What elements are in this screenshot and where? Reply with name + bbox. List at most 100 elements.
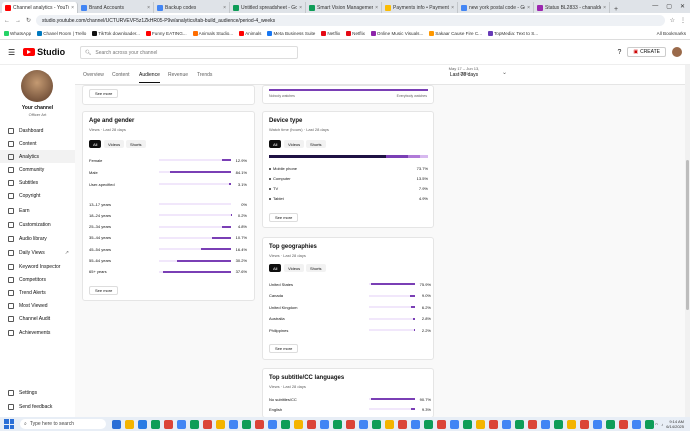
taskbar-app-icon[interactable] <box>190 419 199 429</box>
taskbar-app-icon[interactable] <box>216 419 225 429</box>
maximize-icon[interactable]: ▢ <box>666 3 672 10</box>
browser-tab[interactable]: Untitled spreadsheet - Go × <box>230 2 306 13</box>
bookmark-item[interactable]: Animals <box>239 31 261 36</box>
filter-videos[interactable]: Videos <box>284 264 305 272</box>
tab-close-icon[interactable]: × <box>299 5 302 11</box>
filter-shorts[interactable]: Shorts <box>126 140 146 148</box>
filter-shorts[interactable]: Shorts <box>306 264 326 272</box>
account-avatar[interactable] <box>672 47 682 57</box>
sidebar-item-audio-library[interactable]: Audio library <box>0 232 75 245</box>
back-icon[interactable]: ← <box>4 18 10 24</box>
tab-overview[interactable]: Overview <box>83 72 104 78</box>
taskbar-app-icon[interactable] <box>541 419 550 429</box>
tab-content[interactable]: Content <box>112 72 130 78</box>
page-scrollbar[interactable] <box>685 65 690 417</box>
taskbar-app-icon[interactable] <box>164 419 173 429</box>
taskbar-app-icon[interactable] <box>346 419 355 429</box>
tab-close-icon[interactable]: × <box>223 5 226 11</box>
tab-trends[interactable]: Trends <box>197 72 212 78</box>
taskbar-app-icon[interactable] <box>606 419 615 429</box>
taskbar-app-icon[interactable] <box>632 419 641 429</box>
tab-close-icon[interactable]: × <box>603 5 606 11</box>
all-bookmarks[interactable]: All Bookmarks <box>657 31 686 36</box>
tab-revenue[interactable]: Revenue <box>168 72 188 78</box>
minimize-icon[interactable]: — <box>652 3 658 10</box>
taskbar-app-icon[interactable] <box>307 419 316 429</box>
taskbar-app-icon[interactable] <box>515 419 524 429</box>
browser-tab[interactable]: Status BL2833 - chanaldev × <box>534 2 610 13</box>
taskbar-app-icon[interactable] <box>528 419 537 429</box>
sidebar-item-community[interactable]: Community <box>0 163 75 176</box>
sidebar-item-analytics[interactable]: Analytics <box>0 150 75 163</box>
taskbar-app-icon[interactable] <box>567 419 576 429</box>
sidebar-item-channel-audit[interactable]: Channel Audit <box>0 312 75 325</box>
search-input[interactable]: 🔍︎ Search across your channel <box>80 46 298 59</box>
url-field[interactable]: studio.youtube.com/channel/UCTURVEVF5z1Z… <box>36 15 665 26</box>
sidebar-item-trend-alerts[interactable]: Trend Alerts <box>0 286 75 299</box>
taskbar-app-icon[interactable] <box>138 419 147 429</box>
tab-close-icon[interactable]: × <box>71 5 74 11</box>
taskbar-app-icon[interactable] <box>411 419 420 429</box>
browser-tab[interactable]: Backup codes × <box>154 2 230 13</box>
reload-icon[interactable]: ↻ <box>26 17 31 24</box>
taskbar-app-icon[interactable] <box>645 419 654 429</box>
sidebar-item-dashboard[interactable]: Dashboard <box>0 124 75 137</box>
sidebar-item-settings[interactable]: Settings <box>0 386 75 399</box>
taskbar-app-icon[interactable] <box>398 419 407 429</box>
sidebar-item-send-feedback[interactable]: Send feedback <box>0 400 75 413</box>
taskbar-app-icon[interactable] <box>229 419 238 429</box>
browser-tab[interactable]: Channel analytics - YouTu × <box>2 2 78 13</box>
taskbar-app-icon[interactable] <box>450 419 459 429</box>
clock[interactable]: 9:14 AM 6/14/2025 <box>666 419 684 429</box>
taskbar-app-icon[interactable] <box>255 419 264 429</box>
tab-close-icon[interactable]: × <box>527 5 530 11</box>
taskbar-app-icon[interactable] <box>242 419 251 429</box>
windows-start-icon[interactable] <box>4 419 14 429</box>
taskbar-app-icon[interactable] <box>268 419 277 429</box>
taskbar-app-icon[interactable] <box>437 419 446 429</box>
taskbar-app-icon[interactable] <box>320 419 329 429</box>
sidebar-item-earn[interactable]: Earn <box>0 204 75 217</box>
bookmark-item[interactable]: Online Music Visuals... <box>370 31 423 36</box>
taskbar-app-icon[interactable] <box>593 419 602 429</box>
taskbar-app-icon[interactable] <box>619 419 628 429</box>
taskbar-search-input[interactable]: ⌕ Type here to search <box>20 419 106 429</box>
sidebar-item-keyword-inspector[interactable]: Keyword Inspector <box>0 260 75 273</box>
browser-tab[interactable]: Smart Vision Management × <box>306 2 382 13</box>
bookmark-item[interactable]: Meta Business Suite <box>267 31 315 36</box>
filter-shorts[interactable]: Shorts <box>306 140 326 148</box>
filter-videos[interactable]: Videos <box>284 140 305 148</box>
filter-all[interactable]: All <box>89 140 102 148</box>
taskbar-app-icon[interactable] <box>385 419 394 429</box>
taskbar-app-icon[interactable] <box>489 419 498 429</box>
browser-tab[interactable]: new york postal code - Go × <box>458 2 534 13</box>
bookmark-item[interactable]: Animals Studio... <box>192 31 233 36</box>
taskbar-app-icon[interactable] <box>359 419 368 429</box>
create-button[interactable]: ▣ CREATE <box>627 47 666 57</box>
taskbar-app-icon[interactable] <box>112 419 121 429</box>
taskbar-app-icon[interactable] <box>125 419 134 429</box>
sidebar-item-competitors[interactable]: Competitors <box>0 273 75 286</box>
taskbar-app-icon[interactable] <box>554 419 563 429</box>
bookmark-item[interactable]: Netflix <box>346 31 365 36</box>
bookmark-item[interactable]: WhatsApp <box>4 31 31 36</box>
volume-icon[interactable]: ♪ <box>661 422 663 427</box>
taskbar-app-icon[interactable] <box>294 419 303 429</box>
sidebar-item-daily-views[interactable]: Daily Views ↗ <box>0 246 75 259</box>
taskbar-app-icon[interactable] <box>177 419 186 429</box>
forward-icon[interactable]: → <box>15 18 21 24</box>
taskbar-app-icon[interactable] <box>281 419 290 429</box>
taskbar-app-icon[interactable] <box>502 419 511 429</box>
tab-close-icon[interactable]: × <box>451 5 454 11</box>
tab-audience[interactable]: Audience <box>139 72 160 83</box>
help-icon[interactable]: ? <box>617 49 621 56</box>
bookmark-item[interactable]: TikTok downloader... <box>92 31 140 36</box>
taskbar-app-icon[interactable] <box>476 419 485 429</box>
browser-tab[interactable]: Payments info • Payment × <box>382 2 458 13</box>
star-icon[interactable]: ☆ <box>670 17 675 24</box>
wifi-icon[interactable]: ◠ <box>655 422 659 427</box>
taskbar-app-icon[interactable] <box>203 419 212 429</box>
taskbar-app-icon[interactable] <box>463 419 472 429</box>
studio-logo[interactable]: Studio <box>23 47 65 57</box>
sidebar-item-copyright[interactable]: Copyright <box>0 189 75 202</box>
